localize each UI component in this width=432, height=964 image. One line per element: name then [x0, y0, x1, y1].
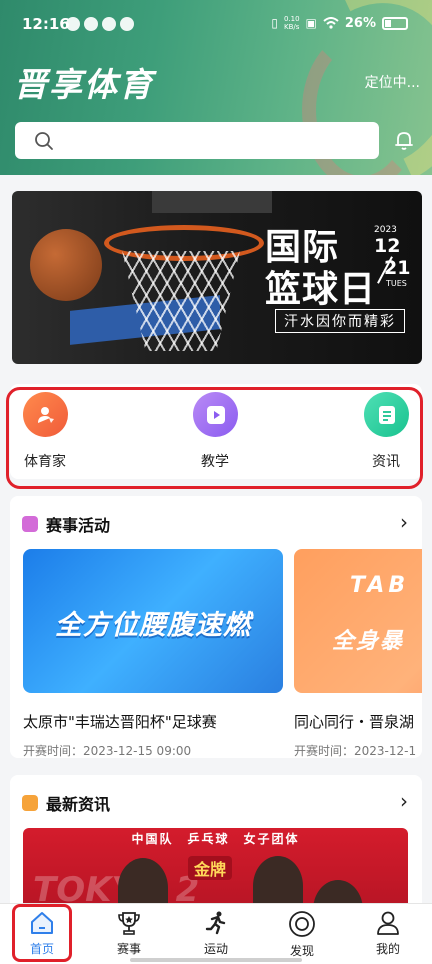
banner-date: 2023 12 21 TUES — [374, 225, 411, 288]
profile-icon — [377, 911, 399, 935]
news-more-chevron-icon[interactable]: › — [400, 789, 408, 813]
news-header: 最新资讯 — [22, 791, 110, 815]
status-bar: 12:16 ▯ 0.10 KB/s ▣ 26% — [0, 0, 432, 50]
promo-banner[interactable]: 国际 篮球日 2023 12 21 TUES 汗水因你而精彩 — [12, 191, 422, 364]
home-tab-highlight — [12, 904, 72, 962]
events-header: 赛事活动 — [22, 512, 110, 536]
location-button[interactable]: 定位中... — [365, 72, 420, 92]
banner-slogan: 汗水因你而精彩 — [275, 309, 405, 333]
wifi-icon — [323, 17, 339, 29]
search-input[interactable] — [15, 122, 379, 159]
trophy-badge-icon — [22, 516, 38, 532]
event-image: TAB 全身暴 — [294, 549, 422, 693]
net-speed: 0.10 KB/s — [283, 15, 300, 31]
notification-icons — [66, 17, 134, 31]
discover-icon — [289, 911, 315, 937]
sim-icon: ▣ — [305, 16, 317, 30]
player-photo — [118, 858, 168, 908]
event-image: 全方位腰腹速燃 — [23, 549, 283, 693]
tab-discover[interactable]: 发现 — [272, 910, 332, 959]
tab-profile[interactable]: 我的 — [358, 910, 418, 957]
news-badge-icon — [22, 795, 38, 811]
banner-title: 国际 篮球日 — [265, 227, 377, 310]
event-name: 同心同行・晋泉湖 — [294, 713, 415, 731]
check-icon — [84, 17, 98, 31]
backboard — [152, 191, 272, 213]
running-icon — [205, 911, 226, 935]
notification-icon — [66, 17, 80, 31]
home-indicator — [130, 958, 302, 962]
battery-percent: 26% — [344, 15, 376, 31]
event-time: 开赛时间：2023-12-1 — [294, 744, 417, 758]
event-card[interactable]: TAB 全身暴 同心同行・晋泉湖 开赛时间：2023-12-1 — [294, 549, 422, 758]
event-name: 太原市"丰瑞达晋阳杯"足球赛 — [23, 713, 217, 731]
player-photo — [253, 856, 303, 908]
shield-icon — [102, 17, 116, 31]
search-icon — [35, 132, 53, 150]
quick-entry-highlight — [6, 387, 423, 489]
tab-sports[interactable]: 运动 — [186, 910, 246, 957]
news-image[interactable]: TOKYO 2 中国队 乒乓球 女子团体 金牌 — [23, 828, 408, 908]
events-section: 赛事活动 › 全方位腰腹速燃 太原市"丰瑞达晋阳杯"足球赛 开赛时间：2023-… — [10, 496, 422, 758]
status-time: 12:16 — [22, 15, 70, 33]
app-brand: 晋享体育 — [14, 65, 154, 104]
events-more-chevron-icon[interactable]: › — [400, 510, 408, 534]
event-card[interactable]: 全方位腰腹速燃 太原市"丰瑞达晋阳杯"足球赛 开赛时间：2023-12-15 0… — [23, 549, 283, 758]
app-header: 12:16 ▯ 0.10 KB/s ▣ 26% 晋享体育 定位中... — [0, 0, 432, 175]
bell-icon[interactable] — [394, 129, 414, 151]
vibrate-icon: ▯ — [271, 16, 278, 30]
trophy-icon — [118, 912, 140, 935]
wechat-icon — [120, 17, 134, 31]
event-time: 开赛时间：2023-12-15 09:00 — [23, 744, 192, 758]
system-icons: ▯ 0.10 KB/s ▣ 26% — [271, 15, 408, 31]
news-section: 最新资讯 › TOKYO 2 中国队 乒乓球 女子团体 金牌 — [10, 775, 422, 915]
basketball-image — [30, 229, 102, 301]
battery-icon — [382, 16, 408, 30]
tab-events[interactable]: 赛事 — [99, 910, 159, 957]
